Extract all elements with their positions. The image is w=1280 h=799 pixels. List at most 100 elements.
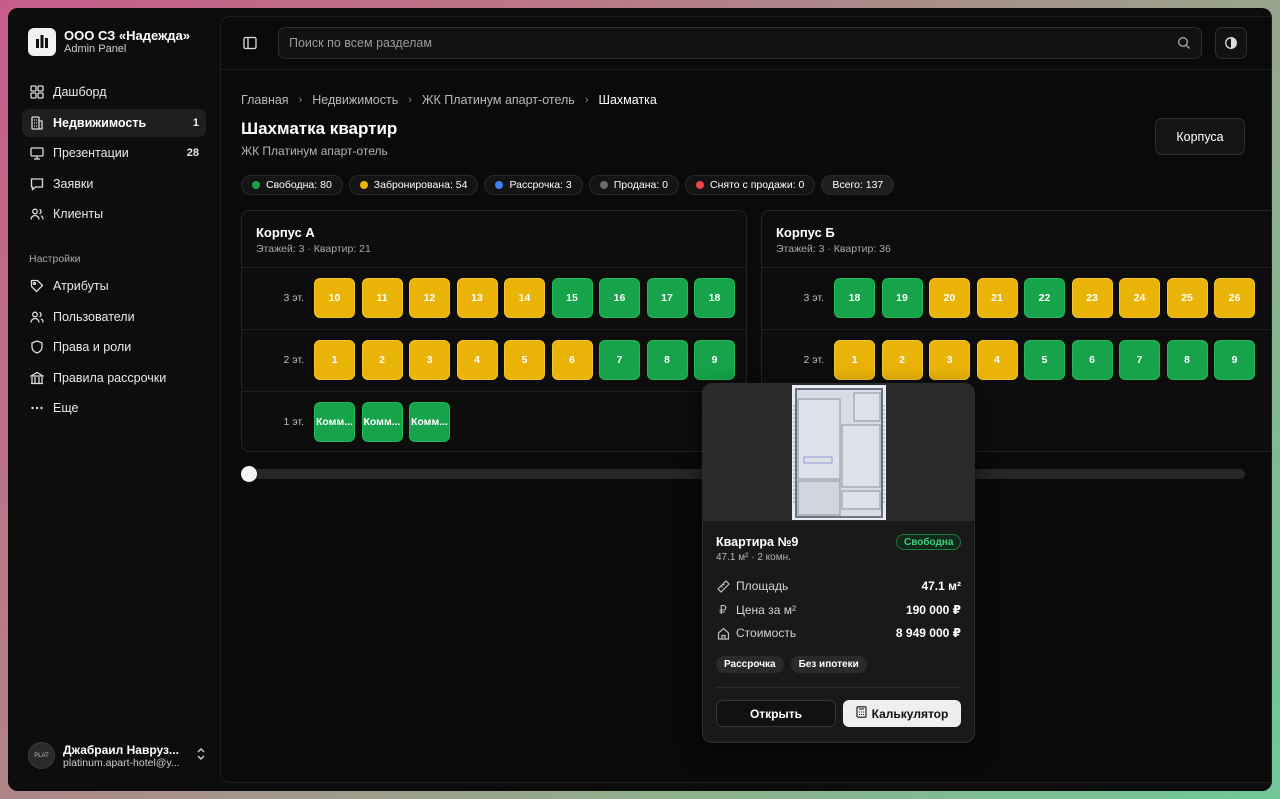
search-bar[interactable] — [278, 27, 1202, 59]
apartment-cell[interactable]: 12 — [409, 278, 450, 318]
building-card-a: Корпус А Этажей: 3 · Квартир: 21 3 эт. 10… — [241, 210, 747, 452]
org-logo — [28, 28, 56, 56]
apartment-cell[interactable]: 17 — [646, 278, 688, 318]
calculator-button[interactable]: Калькулятор — [843, 700, 961, 727]
sidebar-item-label: Презентации — [53, 146, 129, 160]
buildings-button[interactable]: Корпуса — [1155, 118, 1245, 155]
sidebar-item-requests[interactable]: Заявки — [22, 170, 206, 198]
apartment-cell[interactable]: 2 — [361, 340, 403, 380]
apartment-cell[interactable]: 25 — [1166, 278, 1208, 318]
search-input[interactable] — [289, 36, 1177, 50]
apartment-cell[interactable]: 19 — [881, 278, 923, 318]
chevron-up-down-icon — [196, 747, 206, 764]
apartment-cell[interactable]: 18 — [834, 278, 875, 318]
apartment-cell[interactable]: 21 — [976, 278, 1018, 318]
sidebar-item-attributes[interactable]: Атрибуты — [22, 272, 206, 300]
apartment-cell[interactable]: 11 — [361, 278, 403, 318]
chevron-right-icon: › — [584, 94, 589, 106]
topbar — [221, 17, 1271, 70]
row-value: 47.1 м² — [921, 579, 961, 593]
sidebar-item-label: Правила рассрочки — [53, 370, 167, 385]
breadcrumb-home[interactable]: Главная — [241, 93, 289, 107]
apartment-cell[interactable]: 10 — [314, 278, 355, 318]
apartment-cell[interactable]: 5 — [504, 340, 545, 380]
tag-no-mortgage: Без ипотеки — [790, 656, 867, 673]
apartment-cell[interactable]: 6 — [1071, 340, 1113, 380]
apartment-cell[interactable]: 3 — [409, 340, 450, 380]
apartment-cell[interactable]: 4 — [456, 340, 498, 380]
apartment-cell[interactable]: 3 — [929, 340, 970, 380]
apartment-cell[interactable]: 5 — [1024, 340, 1065, 380]
apartment-title: Квартира №9 — [716, 535, 799, 549]
search-icon[interactable] — [1177, 36, 1191, 50]
sidebar-item-dashboard[interactable]: Дашборд — [22, 78, 206, 106]
apartment-cell[interactable]: 8 — [1166, 340, 1208, 380]
apartment-cell[interactable]: 15 — [551, 278, 593, 318]
apartment-cell[interactable]: 13 — [456, 278, 498, 318]
apartment-cell[interactable]: 26 — [1214, 278, 1255, 318]
more-icon — [29, 400, 45, 416]
users-icon — [29, 206, 45, 222]
sidebar-item-label: Недвижимость — [53, 115, 147, 130]
apartment-cell[interactable]: 22 — [1024, 278, 1065, 318]
theme-toggle-button[interactable] — [1215, 27, 1247, 59]
apartment-cell[interactable]: 9 — [694, 340, 735, 380]
org-switcher[interactable]: ООО СЗ «Надежда» Admin Panel — [28, 28, 190, 56]
legend-label: Свободна: 80 — [266, 179, 332, 191]
floor-row: 1 эт. Комм... Комм... Комм... — [242, 391, 746, 451]
sidebar-item-roles[interactable]: Права и роли — [22, 333, 206, 361]
apartment-cell[interactable]: 9 — [1214, 340, 1255, 380]
status-badge: Свободна — [896, 534, 962, 550]
page-title: Шахматка квартир — [241, 119, 398, 138]
legend-withdrawn[interactable]: Снято с продажи: 0 — [685, 175, 816, 195]
row-value: 8 949 000 ₽ — [895, 626, 961, 640]
apartment-cell[interactable]: 14 — [504, 278, 545, 318]
legend-free[interactable]: Свободна: 80 — [241, 175, 343, 195]
apartment-cell[interactable]: Комм... — [361, 402, 403, 442]
sidebar-item-presentations[interactable]: Презентации 28 — [22, 139, 206, 167]
scrollbar-thumb[interactable] — [241, 466, 257, 482]
ruler-icon — [716, 579, 730, 593]
apartment-cell[interactable]: 16 — [599, 278, 640, 318]
sidebar-item-realty[interactable]: Недвижимость 1 — [22, 108, 206, 137]
sidebar-item-installment-rules[interactable]: Правила рассрочки — [22, 364, 206, 392]
apartment-cell[interactable]: 23 — [1071, 278, 1113, 318]
status-dot — [495, 181, 504, 189]
main-nav: Дашборд Недвижимость 1 Презентации 28 За… — [22, 78, 206, 231]
apartment-cell[interactable]: Комм... — [409, 402, 450, 442]
apartment-cell[interactable]: 24 — [1119, 278, 1160, 318]
breadcrumb-realty[interactable]: Недвижимость — [312, 93, 398, 107]
apartment-cell[interactable]: 6 — [551, 340, 593, 380]
sidebar-item-users[interactable]: Пользователи — [22, 303, 206, 331]
user-menu[interactable]: PLAT Джабраил Навруз... platinum.apart-h… — [28, 742, 206, 769]
breadcrumb-complex[interactable]: ЖК Платинум апарт-отель — [422, 93, 575, 107]
area-row: Площадь 47.1 м² — [716, 579, 961, 593]
avatar: PLAT — [28, 742, 55, 769]
apartment-cell[interactable]: 7 — [599, 340, 640, 380]
user-name: Джабраил Навруз... — [63, 742, 179, 757]
message-icon — [29, 176, 45, 192]
apartment-cell[interactable]: 4 — [976, 340, 1018, 380]
apartment-cell[interactable]: Комм... — [314, 402, 355, 442]
open-button[interactable]: Открыть — [716, 700, 836, 727]
apartment-cell[interactable]: 20 — [929, 278, 970, 318]
apartment-cell[interactable]: 2 — [881, 340, 923, 380]
apartment-cell[interactable]: 1 — [834, 340, 875, 380]
breadcrumb-current: Шахматка — [598, 93, 657, 107]
legend-booked[interactable]: Забронирована: 54 — [348, 175, 479, 195]
apartment-cell[interactable]: 18 — [694, 278, 735, 318]
sidebar-item-label: Еще — [53, 401, 79, 415]
status-dot — [599, 181, 608, 189]
legend-installment[interactable]: Рассрочка: 3 — [484, 175, 583, 195]
floor-plan-area — [703, 384, 974, 521]
legend-label: Рассрочка: 3 — [509, 179, 572, 191]
apartment-cell[interactable]: 7 — [1119, 340, 1160, 380]
legend-label: Всего: 137 — [832, 179, 884, 191]
apartment-cell[interactable]: 8 — [646, 340, 688, 380]
sidebar-toggle-icon[interactable] — [242, 35, 258, 51]
apartment-cell[interactable]: 1 — [314, 340, 355, 380]
legend-sold[interactable]: Продана: 0 — [588, 175, 680, 195]
sidebar-item-clients[interactable]: Клиенты — [22, 200, 206, 228]
sidebar-item-more[interactable]: Еще — [22, 394, 206, 422]
row-label: Стоимость — [736, 626, 797, 640]
